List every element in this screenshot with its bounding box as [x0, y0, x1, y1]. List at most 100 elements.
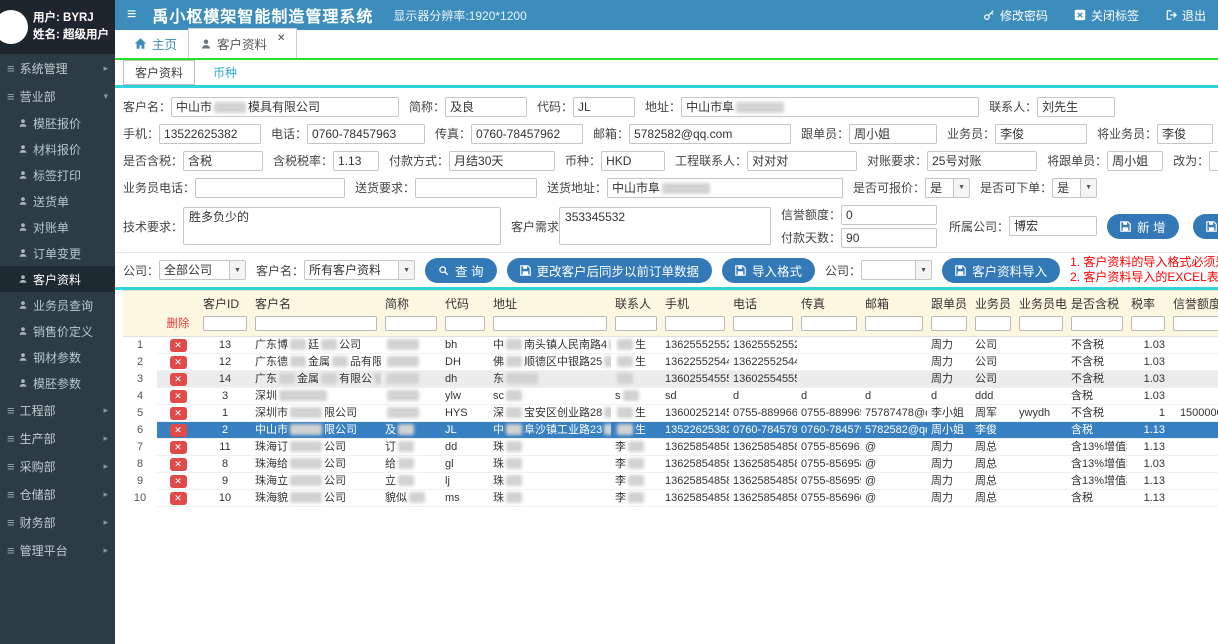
payment-input[interactable]: 月结30天 — [449, 151, 555, 171]
filter-input-tax[interactable] — [1071, 316, 1123, 331]
sidebar-item-钢材参数[interactable]: 钢材参数 — [0, 344, 115, 370]
tax-rate-input[interactable]: 1.13 — [333, 151, 379, 171]
filter-input-addr[interactable] — [493, 316, 607, 331]
sidebar-group-采购部[interactable]: ≡采购部▸ — [0, 452, 115, 480]
contact-input[interactable]: 刘先生 — [1037, 97, 1115, 117]
import-customer-data-button[interactable]: 客户资料导入 — [942, 258, 1060, 283]
tab-home[interactable]: 主页 — [123, 29, 188, 58]
filter-input-fax[interactable] — [801, 316, 857, 331]
sidebar-group-营业部[interactable]: ≡营业部▾ — [0, 82, 115, 110]
filter-input-name[interactable] — [255, 316, 377, 331]
sidebar-group-工程部[interactable]: ≡工程部▸ — [0, 396, 115, 424]
delete-row-button[interactable]: ✕ — [170, 339, 187, 352]
filter-input-mobile[interactable] — [665, 316, 725, 331]
sidebar-item-订单变更[interactable]: 订单变更 — [0, 240, 115, 266]
filter-input-rate[interactable] — [1131, 316, 1165, 331]
cust-need-textarea[interactable]: 353345532 — [559, 207, 771, 245]
delivery-req-input[interactable] — [415, 178, 537, 198]
address-input[interactable]: 中山市阜 — [681, 97, 979, 117]
sidebar-group-仓储部[interactable]: ≡仓储部▸ — [0, 480, 115, 508]
mobile-input[interactable]: 13522625382 — [159, 124, 261, 144]
currency-input[interactable]: HKD — [601, 151, 665, 171]
close-tabs-link[interactable]: 关闭标签 — [1074, 7, 1139, 24]
tab-customer-info[interactable]: 客户资料 ✕ — [188, 28, 297, 58]
filter-input-id[interactable] — [203, 316, 247, 331]
sidebar-item-对账单[interactable]: 对账单 — [0, 214, 115, 240]
change-password-link[interactable]: 修改密码 — [983, 7, 1048, 24]
tax-flag-input[interactable]: 含税 — [183, 151, 263, 171]
sidebar-item-模胚参数[interactable]: 模胚参数 — [0, 370, 115, 396]
filter-input-credit[interactable] — [1173, 316, 1218, 331]
credit-input[interactable]: 0 — [841, 205, 937, 225]
sidebar-item-标签打印[interactable]: 标签打印 — [0, 162, 115, 188]
sidebar-item-送货单[interactable]: 送货单 — [0, 188, 115, 214]
subtab-currency[interactable]: 币种 — [213, 64, 237, 81]
update-button[interactable]: 更 改 — [1193, 214, 1218, 239]
table-row[interactable]: 1✕13广东博廷公司bh中南头镇人民南路4生136255525521362555… — [123, 337, 1218, 354]
delete-row-button[interactable]: ✕ — [170, 390, 187, 403]
table-row[interactable]: 3✕14广东金属有限公dh东1360255455513602554555周力公司… — [123, 371, 1218, 388]
filter-input-contact[interactable] — [615, 316, 657, 331]
tech-req-textarea[interactable]: 胜多负少的 — [183, 207, 501, 245]
filter-input-short[interactable] — [385, 316, 437, 331]
import-company-select[interactable]: ▼ — [861, 260, 932, 280]
customer-name-input[interactable]: 中山市模具有限公司 — [171, 97, 399, 117]
short-name-input[interactable]: 及良 — [445, 97, 527, 117]
sidebar-item-模胚报价[interactable]: 模胚报价 — [0, 110, 115, 136]
delete-row-button[interactable]: ✕ — [170, 407, 187, 420]
add-button[interactable]: 新 增 — [1107, 214, 1178, 239]
import-format-button[interactable]: 导入格式 — [722, 258, 815, 283]
sidebar-group-系统管理[interactable]: ≡系统管理▸ — [0, 54, 115, 82]
sidebar-item-客户资料[interactable]: 客户资料 — [0, 266, 115, 292]
delete-row-button[interactable]: ✕ — [170, 424, 187, 437]
quotable-select[interactable]: 是▼ — [925, 178, 970, 198]
statement-input[interactable]: 25号对账 — [927, 151, 1037, 171]
delete-row-button[interactable]: ✕ — [170, 492, 187, 505]
table-row[interactable]: 10✕10珠海貌公司貌似ms珠李136258548585136258548585… — [123, 490, 1218, 507]
search-button[interactable]: 查 询 — [425, 258, 496, 283]
delete-row-button[interactable]: ✕ — [170, 356, 187, 369]
delete-row-button[interactable]: ✕ — [170, 475, 187, 488]
subtab-customer-info[interactable]: 客户资料 — [123, 60, 195, 85]
sidebar-item-业务员查询[interactable]: 业务员查询 — [0, 292, 115, 318]
salesman-phone-input[interactable] — [195, 178, 345, 198]
salesman-input[interactable]: 李俊 — [995, 124, 1087, 144]
filter-input-phone[interactable] — [733, 316, 793, 331]
hamburger-menu-icon[interactable]: ≡ — [127, 6, 136, 24]
table-row[interactable]: 9✕9珠海立公司立lj珠李136258548585136258548585075… — [123, 473, 1218, 490]
email-input[interactable]: 5782582@qq.com — [629, 124, 791, 144]
table-row[interactable]: 6✕2中山市限公司及JL中阜沙镇工业路23生135226253820760-78… — [123, 422, 1218, 439]
query-company-select[interactable]: 全部公司▼ — [159, 260, 246, 280]
sidebar-item-销售价定义[interactable]: 销售价定义 — [0, 318, 115, 344]
delete-row-button[interactable]: ✕ — [170, 458, 187, 471]
fax-input[interactable]: 0760-78457962 — [471, 124, 583, 144]
delivery-addr-input[interactable]: 中山市阜 — [607, 178, 843, 198]
table-row[interactable]: 7✕11珠海订公司订dd珠李13625854858513625854858507… — [123, 439, 1218, 456]
sidebar-item-材料报价[interactable]: 材料报价 — [0, 136, 115, 162]
company-input[interactable]: 博宏 — [1009, 216, 1097, 236]
filter-input-code[interactable] — [445, 316, 485, 331]
change-salesman-from-input[interactable]: 李俊 — [1157, 124, 1213, 144]
eng-contact-input[interactable]: 对对对 — [747, 151, 857, 171]
sidebar-group-管理平台[interactable]: ≡管理平台▸ — [0, 536, 115, 564]
follower-input[interactable]: 周小姐 — [849, 124, 937, 144]
sync-orders-button[interactable]: 更改客户后同步以前订单数据 — [507, 258, 713, 283]
filter-input-sphone[interactable] — [1019, 316, 1063, 331]
table-row[interactable]: 8✕8珠海给公司给gl珠李136258548585136258548585075… — [123, 456, 1218, 473]
table-row[interactable]: 2✕12广东德金属品有限DH佛顺德区中银路25生1362255254413622… — [123, 354, 1218, 371]
table-row[interactable]: 4✕3深圳ylwscssdddddddd含税1.030 — [123, 388, 1218, 405]
tab-close-icon[interactable]: ✕ — [277, 34, 285, 44]
change-follower-from-input[interactable]: 周小姐 — [1107, 151, 1163, 171]
sidebar-group-生产部[interactable]: ≡生产部▸ — [0, 424, 115, 452]
filter-input-email[interactable] — [865, 316, 923, 331]
phone-input[interactable]: 0760-78457963 — [307, 124, 425, 144]
code-input[interactable]: JL — [573, 97, 635, 117]
sidebar-group-财务部[interactable]: ≡财务部▸ — [0, 508, 115, 536]
filter-input-salesman[interactable] — [975, 316, 1011, 331]
logout-link[interactable]: 退出 — [1165, 7, 1206, 24]
change-follower-to-input[interactable] — [1209, 151, 1218, 171]
query-customer-select[interactable]: 所有客户资料▼ — [304, 260, 415, 280]
delete-row-button[interactable]: ✕ — [170, 373, 187, 386]
delete-row-button[interactable]: ✕ — [170, 441, 187, 454]
filter-input-follower[interactable] — [931, 316, 967, 331]
